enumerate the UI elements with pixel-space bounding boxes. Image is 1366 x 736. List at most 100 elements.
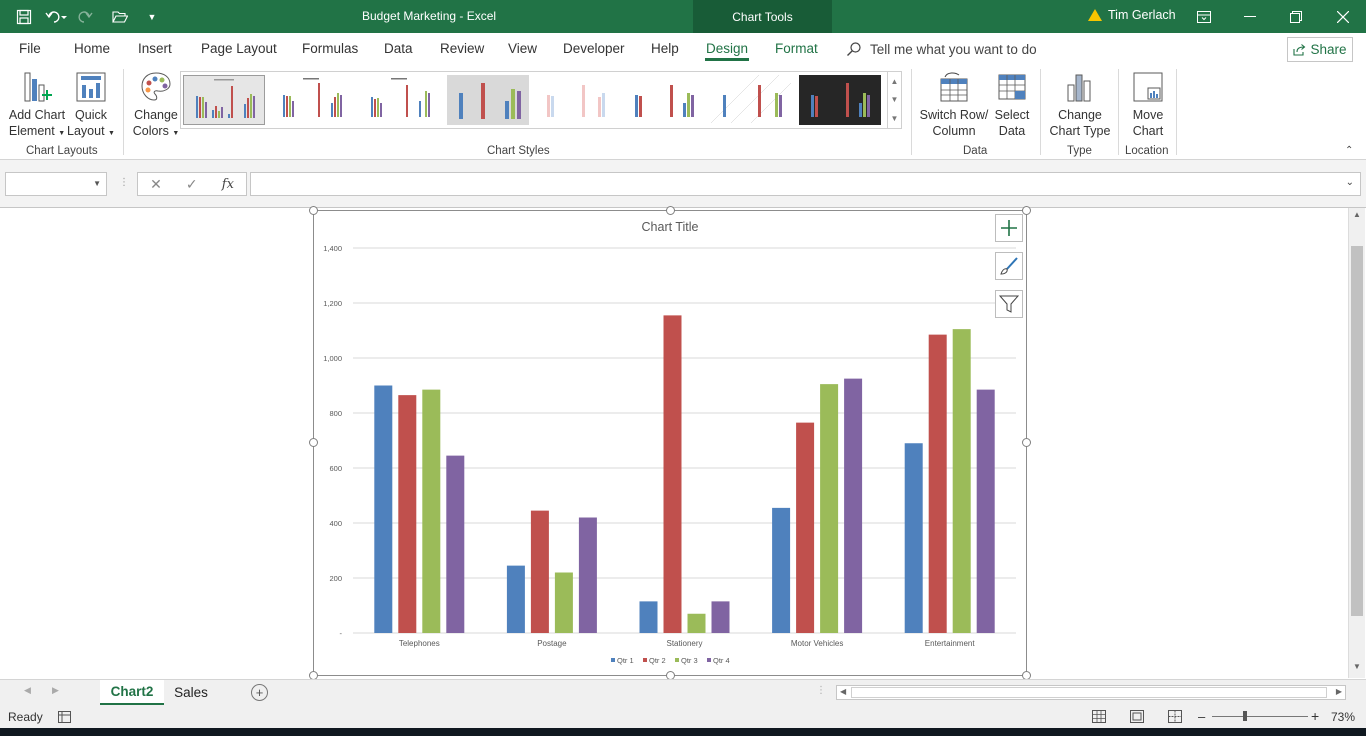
name-box-dropdown-icon[interactable]: ▼: [93, 179, 101, 188]
tell-me-search[interactable]: Tell me what you want to do: [846, 41, 1037, 57]
gallery-scroll[interactable]: ▲ ▼ ▼: [887, 72, 901, 128]
chart-style-1[interactable]: [183, 75, 265, 125]
ribbon-design: Add Chart Element ▼ Quick Layout ▼ Chart…: [0, 65, 1366, 160]
chart-style-6[interactable]: [623, 75, 705, 125]
gallery-down-icon[interactable]: ▼: [891, 95, 899, 104]
horizontal-scrollbar[interactable]: ◀ ▶: [836, 685, 1346, 700]
user-account[interactable]: Tim Gerlach: [1088, 8, 1176, 22]
cancel-formula-icon[interactable]: ✕: [150, 176, 162, 193]
next-sheet-icon[interactable]: ▶: [52, 685, 59, 696]
tab-format[interactable]: Format: [775, 41, 818, 56]
zoom-out-icon[interactable]: –: [1198, 709, 1205, 724]
chart-styles-button[interactable]: [995, 252, 1023, 280]
switch-row-column-icon: [937, 71, 971, 103]
tab-review[interactable]: Review: [440, 41, 484, 56]
quick-layout-button[interactable]: Quick Layout ▼: [66, 71, 116, 142]
collapse-ribbon-icon[interactable]: ⌃: [1345, 145, 1353, 156]
legend-swatch: [643, 658, 647, 662]
normal-view-icon[interactable]: [1092, 710, 1106, 723]
chart-style-5[interactable]: [535, 75, 617, 125]
switch-row-column-button[interactable]: Switch Row/ Column: [918, 71, 990, 139]
ribbon-display-options-icon[interactable]: [1181, 0, 1227, 33]
expand-formula-icon[interactable]: ⌄: [1346, 177, 1354, 188]
customize-qat-icon[interactable]: ▼: [138, 3, 166, 31]
sheet-tab-sales[interactable]: Sales: [166, 680, 216, 705]
zoom-slider[interactable]: [1212, 711, 1308, 721]
chart-styles-gallery[interactable]: ▲ ▼ ▼: [180, 71, 902, 129]
prev-sheet-icon[interactable]: ◀: [24, 685, 31, 696]
chart-style-8[interactable]: [799, 75, 881, 125]
vertical-scroll-thumb[interactable]: [1351, 246, 1363, 616]
add-chart-element-button[interactable]: Add Chart Element ▼: [7, 71, 67, 142]
sheet-tab-chart2[interactable]: Chart2: [100, 680, 164, 705]
tab-developer[interactable]: Developer: [563, 41, 625, 56]
resize-handle[interactable]: [666, 206, 675, 215]
close-icon[interactable]: [1320, 0, 1366, 33]
scroll-right-icon[interactable]: ▶: [1336, 687, 1342, 696]
change-chart-type-button[interactable]: Change Chart Type: [1047, 71, 1113, 139]
minimize-icon[interactable]: [1227, 0, 1273, 33]
scroll-up-icon[interactable]: ▲: [1353, 210, 1361, 219]
paintbrush-icon: [1000, 257, 1018, 275]
x-tick-label: Motor Vehicles: [791, 639, 843, 648]
tab-page-layout[interactable]: Page Layout: [201, 41, 277, 56]
share-button[interactable]: Share: [1287, 37, 1353, 62]
tab-view[interactable]: View: [508, 41, 537, 56]
open-folder-icon[interactable]: [106, 3, 134, 31]
scroll-left-icon[interactable]: ◀: [840, 687, 846, 696]
legend-label: Qtr 2: [649, 656, 666, 665]
tab-home[interactable]: Home: [74, 41, 110, 56]
gallery-more-icon[interactable]: ▼: [891, 114, 899, 123]
x-tick-label: Stationery: [666, 639, 702, 648]
change-colors-button[interactable]: Change Colors ▼: [130, 71, 182, 142]
insert-function-icon[interactable]: fx: [222, 177, 234, 192]
palette-icon: [139, 71, 173, 103]
chart-style-4[interactable]: [447, 75, 529, 125]
tab-data[interactable]: Data: [384, 41, 413, 56]
chart-style-2[interactable]: [271, 75, 353, 125]
resize-handle[interactable]: [1022, 206, 1031, 215]
chart-elements-button[interactable]: [995, 214, 1023, 242]
macro-recording-icon[interactable]: [58, 711, 71, 723]
bar-qtr-2: [796, 422, 815, 633]
horizontal-scroll-thumb[interactable]: [851, 687, 1327, 698]
page-layout-view-icon[interactable]: [1130, 710, 1144, 723]
gallery-up-icon[interactable]: ▲: [891, 77, 899, 86]
resize-handle[interactable]: [309, 438, 318, 447]
formula-bar: ▼ ⋮ ✕ ✓ fx ⌄: [0, 161, 1366, 207]
redo-icon[interactable]: [74, 3, 102, 31]
resize-handle[interactable]: [1022, 438, 1031, 447]
zoom-level[interactable]: 73%: [1331, 710, 1355, 724]
formula-input[interactable]: ⌄: [250, 172, 1361, 196]
group-separator: [911, 69, 912, 155]
chart-filters-button[interactable]: [995, 290, 1023, 318]
new-sheet-button[interactable]: +: [251, 684, 268, 701]
bar-qtr-2: [928, 334, 947, 633]
bar-qtr-3: [554, 572, 573, 633]
zoom-in-icon[interactable]: +: [1311, 708, 1319, 724]
tab-formulas[interactable]: Formulas: [302, 41, 358, 56]
undo-icon[interactable]: [42, 3, 70, 31]
chart-style-7[interactable]: [710, 74, 793, 125]
formula-bar-grip-icon: ⋮: [119, 177, 129, 188]
resize-handle[interactable]: [309, 206, 318, 215]
vertical-scrollbar[interactable]: ▲ ▼: [1348, 208, 1365, 678]
enter-formula-icon[interactable]: ✓: [186, 176, 198, 193]
save-icon[interactable]: [10, 3, 38, 31]
tab-file[interactable]: File: [19, 41, 41, 56]
bar-qtr-2: [398, 395, 417, 633]
restore-icon[interactable]: [1273, 0, 1319, 33]
tab-splitter-icon[interactable]: ⋮: [816, 685, 826, 696]
status-bar: Ready – + 73%: [0, 706, 1366, 728]
chart-area[interactable]: Chart Title - 200 400 600 800 1,000 1,200 1,400 T…: [313, 210, 1027, 676]
select-data-button[interactable]: Select Data: [990, 71, 1034, 139]
name-box[interactable]: ▼: [5, 172, 107, 196]
tab-help[interactable]: Help: [651, 41, 679, 56]
chart-style-3[interactable]: [359, 75, 441, 125]
zoom-slider-thumb[interactable]: [1243, 711, 1247, 721]
move-chart-button[interactable]: Move Chart: [1126, 71, 1170, 139]
tab-insert[interactable]: Insert: [138, 41, 172, 56]
tab-design[interactable]: Design: [704, 41, 750, 61]
page-break-view-icon[interactable]: [1168, 710, 1182, 723]
scroll-down-icon[interactable]: ▼: [1353, 662, 1361, 671]
